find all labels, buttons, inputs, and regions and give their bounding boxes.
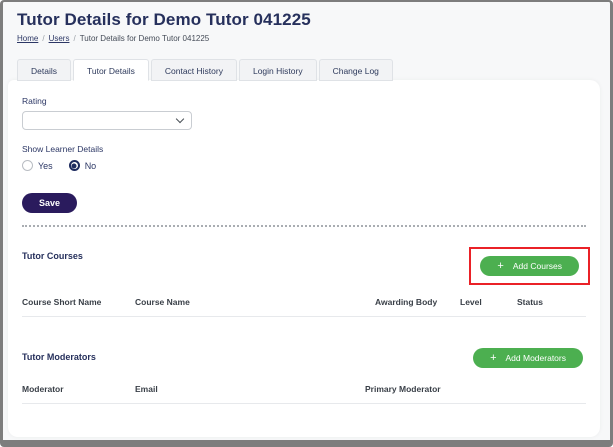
tutor-courses-section-header: Tutor Courses + Add Courses	[22, 247, 590, 285]
plus-icon: +	[490, 352, 497, 364]
tab-contact-history[interactable]: Contact History	[150, 59, 237, 81]
radio-no-label: No	[84, 160, 97, 171]
col-awarding-body: Awarding Body	[375, 297, 438, 307]
col-course-short-name: Course Short Name	[22, 297, 102, 307]
rating-label: Rating	[22, 96, 47, 106]
plus-icon: +	[497, 260, 504, 272]
dotted-divider	[22, 225, 586, 227]
save-button[interactable]: Save	[22, 193, 78, 213]
tutor-courses-heading: Tutor Courses	[22, 251, 83, 261]
radio-yes[interactable]: Yes	[22, 160, 53, 171]
radio-no-circle-icon	[68, 160, 80, 171]
show-learner-radio-group: Yes No	[22, 160, 586, 171]
tutor-moderators-section-header: Tutor Moderators + Add Moderators	[22, 348, 586, 368]
col-moderator: Moderator	[22, 384, 64, 394]
col-course-name: Course Name	[135, 297, 190, 307]
courses-table-header: Course Short Name Course Name Awarding B…	[22, 297, 586, 307]
moderators-table-divider	[22, 403, 586, 404]
moderators-table-header: Moderator Email Primary Moderator	[22, 384, 586, 394]
screenshot-frame: Tutor Details for Demo Tutor 041225 Home…	[0, 0, 613, 447]
page-header: Tutor Details for Demo Tutor 041225 Home…	[17, 10, 610, 43]
add-moderators-button[interactable]: + Add Moderators	[473, 348, 583, 368]
breadcrumb-link-home[interactable]: Home	[17, 34, 38, 43]
radio-no[interactable]: No	[68, 160, 97, 171]
col-primary-moderator: Primary Moderator	[365, 384, 441, 394]
breadcrumb-link-users[interactable]: Users	[49, 34, 70, 43]
tab-bar: Details Tutor Details Contact History Lo…	[17, 59, 610, 81]
breadcrumb: Home / Users / Tutor Details for Demo Tu…	[17, 34, 610, 43]
red-annotation-box: + Add Courses	[469, 247, 590, 285]
tutor-moderators-heading: Tutor Moderators	[22, 352, 96, 362]
radio-yes-label: Yes	[38, 160, 53, 171]
page-title: Tutor Details for Demo Tutor 041225	[17, 10, 311, 29]
tab-panel: Rating Show Learner Details Yes No Save …	[8, 80, 600, 437]
show-learner-label: Show Learner Details	[22, 144, 104, 154]
breadcrumb-separator: /	[73, 34, 76, 43]
breadcrumb-separator: /	[42, 34, 45, 43]
rating-select[interactable]	[22, 111, 192, 130]
add-courses-button[interactable]: + Add Courses	[480, 256, 579, 276]
col-email: Email	[135, 384, 158, 394]
chevron-down-icon	[175, 114, 185, 124]
radio-yes-circle-icon	[22, 160, 33, 171]
add-moderators-label: Add Moderators	[505, 353, 566, 363]
tab-change-log[interactable]: Change Log	[318, 59, 393, 81]
tab-details[interactable]: Details	[17, 59, 71, 81]
col-level: Level	[460, 297, 482, 307]
breadcrumb-current: Tutor Details for Demo Tutor 041225	[79, 34, 210, 43]
courses-table-divider	[22, 316, 586, 317]
add-courses-label: Add Courses	[512, 261, 562, 271]
col-status: Status	[517, 297, 543, 307]
tab-tutor-details[interactable]: Tutor Details	[72, 59, 149, 81]
tab-login-history[interactable]: Login History	[238, 59, 317, 81]
